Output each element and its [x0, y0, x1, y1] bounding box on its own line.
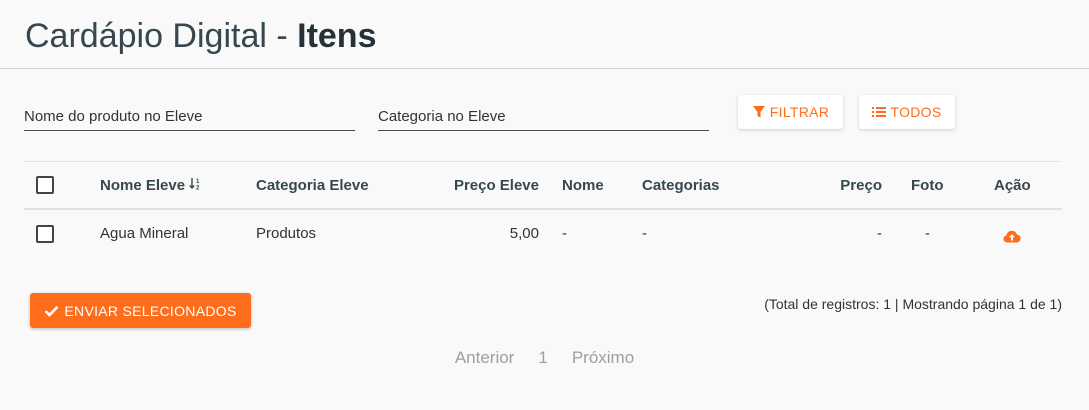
items-table: Nome Eleve 1 2 Categoria Eleve Preço Ele…	[24, 161, 1062, 257]
send-selected-label: ENVIAR SELECIONADOS	[64, 302, 237, 319]
pagination-page-1[interactable]: 1	[526, 348, 559, 368]
row-select-cell	[36, 210, 54, 257]
svg-text:2: 2	[196, 186, 200, 191]
category-input[interactable]	[378, 104, 709, 128]
row-action-cell	[1003, 210, 1021, 257]
column-name: Nome	[562, 176, 604, 194]
table-row: Agua Mineral Produtos 5,00 - - - -	[24, 210, 1062, 257]
check-icon	[44, 305, 59, 317]
column-photo: Foto	[911, 176, 944, 194]
row-name-eleve: Agua Mineral	[100, 225, 189, 242]
column-name-eleve-label: Nome Eleve	[100, 176, 186, 194]
row-price: -	[877, 225, 882, 242]
cloud-upload-icon[interactable]	[1003, 230, 1021, 247]
pagination-next[interactable]: Próximo	[560, 348, 646, 368]
send-selected-button[interactable]: ENVIAR SELECIONADOS	[30, 293, 251, 328]
all-button[interactable]: TODOS	[859, 95, 955, 129]
column-categories: Categorias	[642, 176, 720, 194]
filter-button[interactable]: FILTRAR	[738, 95, 843, 129]
all-button-label: TODOS	[890, 104, 942, 120]
row-checkbox[interactable]	[36, 224, 54, 243]
page-title: Cardápio Digital - Itens	[25, 17, 376, 56]
product-name-input[interactable]	[24, 104, 355, 128]
column-category-eleve: Categoria Eleve	[256, 176, 369, 194]
row-name: -	[562, 225, 567, 242]
records-summary: (Total de registros: 1 | Mostrando págin…	[764, 296, 1062, 312]
page-title-prefix: Cardápio Digital -	[25, 17, 298, 55]
row-categories: -	[642, 225, 647, 242]
pagination: Anterior 1 Próximo	[0, 348, 1089, 368]
row-photo: -	[925, 225, 930, 242]
column-name-eleve[interactable]: Nome Eleve 1 2	[100, 162, 202, 208]
column-action: Ação	[994, 176, 1031, 194]
page-title-strong: Itens	[297, 17, 377, 55]
filter-button-label: FILTRAR	[769, 104, 830, 120]
column-price-eleve: Preço Eleve	[453, 176, 539, 194]
list-icon	[872, 107, 887, 117]
row-category-eleve: Produtos	[256, 225, 317, 242]
column-price: Preço	[840, 176, 882, 194]
product-name-field[interactable]	[24, 104, 355, 131]
page-header: Cardápio Digital - Itens	[0, 0, 1089, 69]
row-price-eleve: 5,00	[509, 225, 539, 242]
filter-icon	[752, 106, 765, 118]
select-all-checkbox[interactable]	[36, 176, 54, 194]
pagination-previous[interactable]: Anterior	[443, 348, 527, 368]
sort-ascending-icon[interactable]: 1 2	[189, 177, 202, 193]
table-header-row: Nome Eleve 1 2 Categoria Eleve Preço Ele…	[24, 162, 1062, 210]
svg-text:1: 1	[196, 179, 200, 185]
category-field[interactable]	[378, 104, 709, 131]
select-all-cell	[36, 162, 54, 208]
